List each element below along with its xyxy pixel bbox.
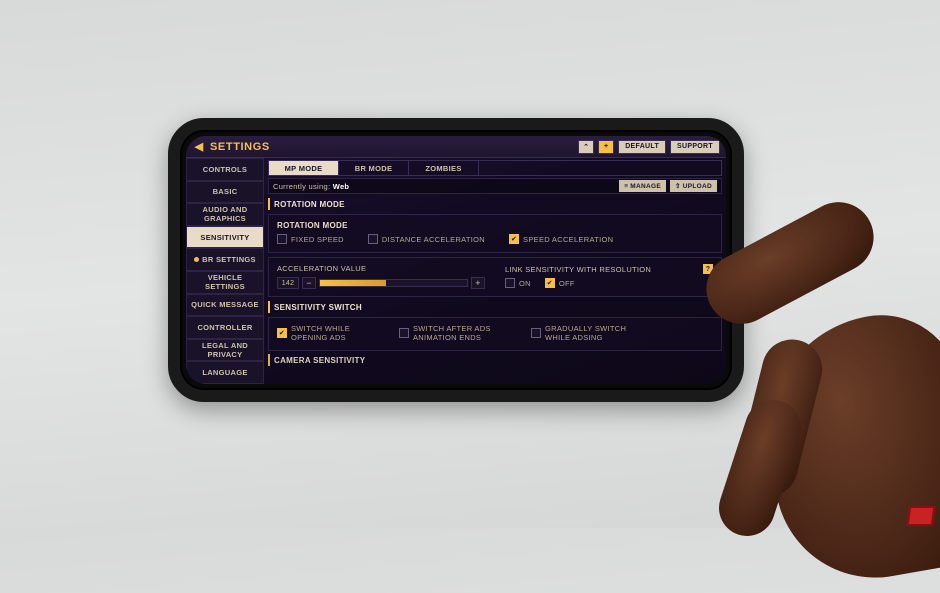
section-rotation-mode: ROTATION MODE <box>268 198 722 210</box>
phone-frame: ◀ SETTINGS ⌃ + DEFAULT SUPPORT CONTROLS … <box>168 118 744 402</box>
slider-fill <box>320 280 386 286</box>
opt-distance-accel[interactable]: DISTANCE ACCELERATION <box>368 234 485 244</box>
sidebar-item-sensitivity[interactable]: SENSITIVITY <box>186 226 264 249</box>
checkbox-icon <box>531 328 541 338</box>
accel-link-panel: ACCELERATION VALUE 142 − + LINK SENS <box>268 257 722 297</box>
sidebar-item-legal[interactable]: LEGAL AND PRIVACY <box>186 339 264 362</box>
rotation-panel: ROTATION MODE FIXED SPEED DISTANCE ACCEL… <box>268 214 722 253</box>
topbar: ◀ SETTINGS ⌃ + DEFAULT SUPPORT <box>186 136 726 158</box>
tab-br-mode[interactable]: BR MODE <box>339 161 409 175</box>
link-sens-label: LINK SENSITIVITY WITH RESOLUTION <box>505 265 651 274</box>
section-camera-sensitivity: CAMERA SENSITIVITY <box>268 354 722 366</box>
accel-value-readout: 142 <box>277 277 299 289</box>
current-using-label: Currently using: <box>273 182 330 191</box>
opt-speed-accel[interactable]: SPEED ACCELERATION <box>509 234 613 244</box>
opt-open-ads[interactable]: SWITCH WHILE OPENING ADS <box>277 324 381 342</box>
checkbox-icon <box>509 234 519 244</box>
support-button[interactable]: SUPPORT <box>670 140 720 154</box>
sidebar-item-vehicle[interactable]: VEHICLE SETTINGS <box>186 271 264 294</box>
section-sensitivity-switch: SENSITIVITY SWITCH <box>268 301 722 313</box>
sidebar-item-controller[interactable]: CONTROLLER <box>186 316 264 339</box>
sidebar: CONTROLS BASIC AUDIO AND GRAPHICS SENSIT… <box>186 158 264 384</box>
tab-zombies[interactable]: ZOMBIES <box>409 161 479 175</box>
tab-mp-mode[interactable]: MP MODE <box>269 161 339 175</box>
sidebar-item-controls[interactable]: CONTROLS <box>186 158 264 181</box>
checkbox-icon <box>505 278 515 288</box>
accel-value-label: ACCELERATION VALUE <box>277 264 485 273</box>
checkbox-icon <box>368 234 378 244</box>
default-button[interactable]: DEFAULT <box>618 140 666 154</box>
sens-switch-panel: SWITCH WHILE OPENING ADS SWITCH AFTER AD… <box>268 317 722 351</box>
link-on[interactable]: ON <box>505 278 531 288</box>
checkbox-icon <box>545 278 555 288</box>
opt-after-anim[interactable]: SWITCH AFTER ADS ANIMATION ENDS <box>399 324 513 342</box>
screen: ◀ SETTINGS ⌃ + DEFAULT SUPPORT CONTROLS … <box>186 136 726 384</box>
link-off[interactable]: OFF <box>545 278 575 288</box>
opt-gradual[interactable]: GRADUALLY SWITCH WHILE ADSING <box>531 324 645 342</box>
current-using-value: Web <box>333 182 350 191</box>
upload-button[interactable]: ⇧ UPLOAD <box>670 180 717 192</box>
main-panel: MP MODE BR MODE ZOMBIES Currently using:… <box>264 158 726 384</box>
accel-decrement[interactable]: − <box>302 277 316 289</box>
mode-tabs: MP MODE BR MODE ZOMBIES <box>268 160 722 176</box>
rotation-mode-label: ROTATION MODE <box>277 221 713 230</box>
opt-fixed-speed[interactable]: FIXED SPEED <box>277 234 344 244</box>
sidebar-item-quick-message[interactable]: QUICK MESSAGE <box>186 294 264 317</box>
accel-slider[interactable] <box>319 279 468 287</box>
watermark-icon <box>907 506 936 526</box>
checkbox-icon <box>277 234 287 244</box>
plus-icon[interactable]: + <box>598 140 614 154</box>
sidebar-item-br-settings[interactable]: BR SETTINGS <box>186 248 264 271</box>
manage-button[interactable]: ≡ MANAGE <box>619 180 666 192</box>
list-icon: ≡ <box>624 183 628 190</box>
notification-dot-icon <box>194 257 199 262</box>
sidebar-item-language[interactable]: LANGUAGE <box>186 361 264 384</box>
sidebar-item-label: BR SETTINGS <box>202 255 256 264</box>
page-title: SETTINGS <box>210 141 270 153</box>
current-using-row: Currently using: Web ≡ MANAGE ⇧ UPLOAD <box>268 178 722 194</box>
checkbox-icon <box>399 328 409 338</box>
sidebar-item-basic[interactable]: BASIC <box>186 181 264 204</box>
upload-icon: ⇧ <box>675 182 681 190</box>
checkbox-icon <box>277 328 287 338</box>
sidebar-item-audio-graphics[interactable]: AUDIO AND GRAPHICS <box>186 203 264 226</box>
back-button[interactable]: ◀ <box>192 140 206 154</box>
chevron-up-icon[interactable]: ⌃ <box>578 140 594 154</box>
accel-increment[interactable]: + <box>471 277 485 289</box>
help-icon[interactable]: ? <box>703 264 713 274</box>
